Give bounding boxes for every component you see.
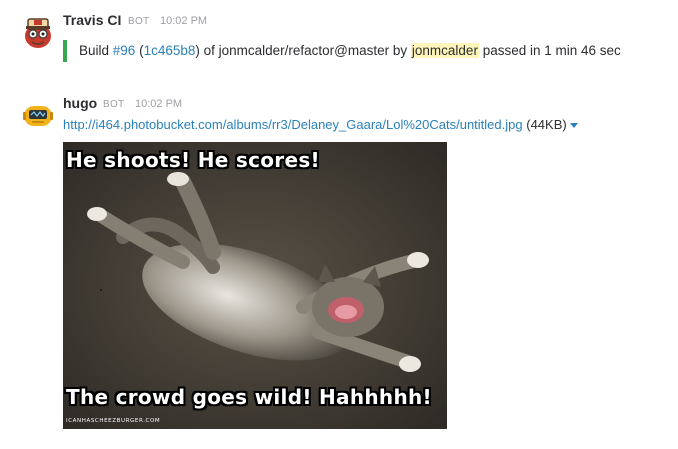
- hugo-robot-icon[interactable]: [20, 96, 56, 132]
- caret-down-icon[interactable]: [569, 123, 578, 129]
- file-size: (44KB): [526, 117, 567, 132]
- timestamp[interactable]: 10:02 PM: [135, 98, 182, 110]
- bot-badge: BOT: [128, 16, 150, 27]
- bot-badge: BOT: [103, 99, 125, 110]
- build-number-link[interactable]: #96: [113, 43, 136, 58]
- paren-open: (: [135, 43, 144, 58]
- build-prefix: Build: [79, 43, 113, 58]
- build-suffix: passed in 1 min 46 sec: [478, 43, 621, 58]
- image-top-caption: He shoots! He scores!: [66, 148, 320, 172]
- image-preview[interactable]: He shoots! He scores! The crowd goes wil…: [63, 142, 447, 429]
- attachment-url-line: http://i464.photobucket.com/albums/rr3/D…: [63, 117, 578, 132]
- sender-name[interactable]: hugo: [63, 95, 97, 111]
- commit-link[interactable]: 1c465b8: [144, 43, 196, 58]
- image-bottom-caption: The crowd goes wild! Hahhhhh!: [66, 385, 432, 409]
- image-watermark: ICANHASCHEEZBURGER.COM: [66, 418, 161, 424]
- user-mention[interactable]: jonmcalder: [410, 43, 479, 58]
- timestamp[interactable]: 10:02 PM: [160, 15, 207, 27]
- sender-name[interactable]: Travis CI: [63, 12, 121, 28]
- build-attachment: Build #96 (1c465b8) of jonmcalder/refact…: [63, 40, 653, 62]
- build-middle-text: ) of jonmcalder/refactor@master by: [195, 43, 411, 58]
- image-url-link[interactable]: http://i464.photobucket.com/albums/rr3/D…: [63, 117, 523, 132]
- travis-ci-mascot-icon[interactable]: [20, 14, 56, 50]
